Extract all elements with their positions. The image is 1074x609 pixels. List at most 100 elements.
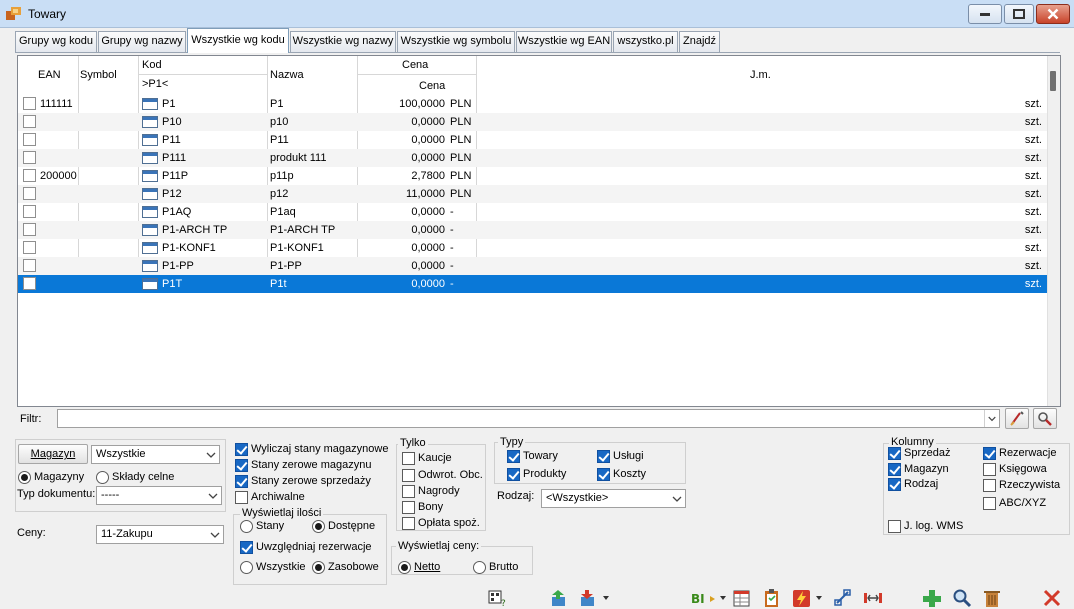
- bi-icon[interactable]: BI: [690, 588, 718, 608]
- vertical-scrollbar[interactable]: [1047, 56, 1060, 406]
- tab-wszystkie-wg-symbolu[interactable]: Wszystkie wg symbolu: [397, 31, 515, 52]
- checkbox-towary[interactable]: [507, 450, 520, 463]
- table-row[interactable]: 111111 P1 P1 100,0000 PLN szt.: [18, 95, 1048, 113]
- checkbox-kol-ksiegowa[interactable]: [983, 463, 996, 476]
- checkbox-odwrot-obc[interactable]: [402, 469, 415, 482]
- radio-magazyny[interactable]: [18, 471, 31, 484]
- link-icon[interactable]: [832, 588, 854, 608]
- tab-wszystkie-wg-ean[interactable]: Wszystkie wg EAN: [516, 31, 612, 52]
- checkbox-uwzgledniaj-rezerwacje[interactable]: [240, 541, 253, 554]
- row-checkbox[interactable]: [23, 223, 36, 236]
- chevron-down-icon[interactable]: [815, 594, 823, 602]
- magazyn-button[interactable]: Magazyn: [18, 444, 88, 464]
- typ-dokumentu-select[interactable]: -----: [96, 486, 222, 505]
- checkbox-koszty[interactable]: [597, 468, 610, 481]
- minimize-button[interactable]: [968, 4, 1002, 24]
- header-symbol[interactable]: Symbol: [80, 69, 117, 81]
- row-checkbox[interactable]: [23, 169, 36, 182]
- header-ean[interactable]: EAN: [38, 69, 61, 81]
- chevron-down-icon[interactable]: [719, 594, 727, 602]
- radio-netto[interactable]: [398, 561, 411, 574]
- merge-icon[interactable]: [862, 588, 884, 608]
- checkbox-kol-rzeczywista[interactable]: [983, 479, 996, 492]
- table-row[interactable]: P1-ARCH TP P1-ARCH TP 0,0000- szt.: [18, 221, 1048, 239]
- row-checkbox[interactable]: [23, 151, 36, 164]
- row-checkbox[interactable]: [23, 187, 36, 200]
- qr-help-icon[interactable]: ?: [487, 588, 509, 608]
- filter-input[interactable]: [57, 409, 1000, 428]
- close-window-button[interactable]: [1036, 4, 1070, 24]
- checkbox-stany-zerowe-sprzedazy[interactable]: [235, 475, 248, 488]
- table-row[interactable]: P12 p12 11,0000 PLN szt.: [18, 185, 1048, 203]
- radio-dostepne[interactable]: [312, 520, 325, 533]
- radio-brutto[interactable]: [473, 561, 486, 574]
- row-checkbox[interactable]: [23, 115, 36, 128]
- flash-icon[interactable]: [791, 588, 813, 608]
- row-checkbox[interactable]: [23, 133, 36, 146]
- table-row[interactable]: 200000 P11P p11p 2,7800 PLN szt.: [18, 167, 1048, 185]
- row-checkbox[interactable]: [23, 241, 36, 254]
- tab-wszystko-pl[interactable]: wszystko.pl: [613, 31, 678, 52]
- kod-filter-value[interactable]: >P1<: [142, 78, 168, 90]
- ceny-label: Ceny:: [17, 527, 46, 539]
- checkbox-wyliczaj-stany[interactable]: [235, 443, 248, 456]
- checkbox-kol-rodzaj[interactable]: [888, 478, 901, 491]
- checkbox-kaucje[interactable]: [402, 452, 415, 465]
- products-grid[interactable]: EAN Symbol Kod >P1< Nazwa Cena Cena J.m.…: [17, 55, 1061, 407]
- export-icon[interactable]: [549, 588, 571, 608]
- checkbox-kol-abc-xyz[interactable]: [983, 497, 996, 510]
- checkbox-archiwalne[interactable]: [235, 491, 248, 504]
- close-icon[interactable]: [1041, 588, 1063, 608]
- row-checkbox[interactable]: [23, 277, 36, 290]
- checkbox-kol-magazyn[interactable]: [888, 463, 901, 476]
- clear-filter-button[interactable]: [1005, 408, 1029, 429]
- table-row[interactable]: P11 P11 0,0000 PLN szt.: [18, 131, 1048, 149]
- add-icon[interactable]: [921, 588, 943, 608]
- checkbox-kol-rezerwacje[interactable]: [983, 447, 996, 460]
- rodzaj-select[interactable]: <Wszystkie>: [541, 489, 686, 508]
- row-checkbox[interactable]: [23, 205, 36, 218]
- magazyn-select[interactable]: Wszystkie: [91, 445, 220, 464]
- table-row[interactable]: P1AQ P1aq 0,0000- szt.: [18, 203, 1048, 221]
- trash-icon[interactable]: [981, 588, 1003, 608]
- ceny-select[interactable]: 11-Zakupu: [96, 525, 224, 544]
- tab-grupy-wg-nazwy[interactable]: Grupy wg nazwy: [98, 31, 186, 52]
- checkbox-stany-zerowe-magazynu[interactable]: [235, 459, 248, 472]
- tab-wszystkie-wg-kodu[interactable]: Wszystkie wg kodu: [187, 28, 289, 53]
- maximize-button[interactable]: [1004, 4, 1034, 24]
- scrollbar-thumb[interactable]: [1050, 71, 1056, 91]
- tab-grupy-wg-kodu[interactable]: Grupy wg kodu: [15, 31, 97, 52]
- radio-sklady-celne[interactable]: [96, 471, 109, 484]
- header-jm[interactable]: J.m.: [750, 69, 771, 81]
- table-icon[interactable]: [731, 588, 753, 608]
- row-checkbox[interactable]: [23, 259, 36, 272]
- table-row[interactable]: P111 produkt 111 0,0000 PLN szt.: [18, 149, 1048, 167]
- filter-constructor-button[interactable]: [1033, 408, 1057, 429]
- tab-znajdz[interactable]: Znajdź: [679, 31, 720, 52]
- checkbox-oplata-spoz[interactable]: [402, 517, 415, 530]
- table-row[interactable]: P1-PP P1-PP 0,0000- szt.: [18, 257, 1048, 275]
- checkbox-zerowe-sprz-label: Stany zerowe sprzedaży: [251, 475, 371, 487]
- table-row[interactable]: P1-KONF1 P1-KONF1 0,0000- szt.: [18, 239, 1048, 257]
- checkbox-nagrody[interactable]: [402, 485, 415, 498]
- import-icon[interactable]: [578, 588, 600, 608]
- clipboard-icon[interactable]: [761, 588, 783, 608]
- checkbox-uslugi[interactable]: [597, 450, 610, 463]
- checkbox-kol-sprzedaz[interactable]: [888, 447, 901, 460]
- row-checkbox[interactable]: [23, 97, 36, 110]
- search-icon[interactable]: [951, 588, 973, 608]
- chevron-down-icon[interactable]: [602, 594, 610, 602]
- radio-wszystkie[interactable]: [240, 561, 253, 574]
- header-kod[interactable]: Kod: [142, 59, 162, 71]
- header-cena[interactable]: Cena: [419, 80, 445, 92]
- tab-wszystkie-wg-nazwy[interactable]: Wszystkie wg nazwy: [290, 31, 396, 52]
- header-nazwa[interactable]: Nazwa: [270, 69, 304, 81]
- radio-stany[interactable]: [240, 520, 253, 533]
- checkbox-bony[interactable]: [402, 501, 415, 514]
- table-row[interactable]: P1T P1t 0,0000- szt.: [18, 275, 1048, 293]
- radio-zasobowe[interactable]: [312, 561, 325, 574]
- chevron-down-icon[interactable]: [984, 410, 999, 427]
- table-row[interactable]: P10 p10 0,0000 PLN szt.: [18, 113, 1048, 131]
- checkbox-produkty[interactable]: [507, 468, 520, 481]
- checkbox-jlog-wms[interactable]: [888, 520, 901, 533]
